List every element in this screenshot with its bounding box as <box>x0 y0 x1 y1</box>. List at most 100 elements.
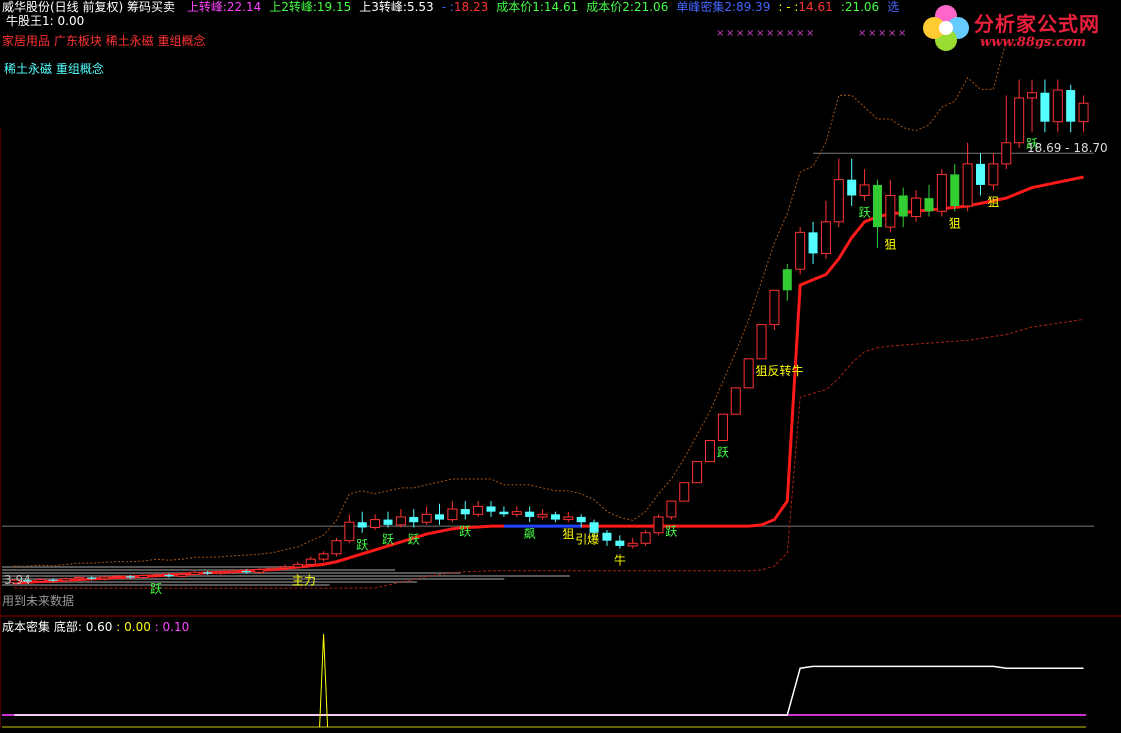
signal-label-12: 狙反转牛 <box>756 363 804 378</box>
candle-body <box>99 576 110 580</box>
candle-body <box>950 174 960 207</box>
indicator-value: 89.39 <box>736 0 771 14</box>
candle-body <box>176 573 187 577</box>
signal-label-0: 跃 <box>150 582 162 596</box>
candle-body <box>151 574 162 577</box>
indicator-label: 单峰密集2: <box>676 0 737 14</box>
marker-cross: × <box>888 28 896 39</box>
marker-cross: × <box>776 28 784 39</box>
watermark-url: www.88gs.com <box>980 35 1087 50</box>
chart-title: 威华股份(日线 前复权) 筹码买卖 <box>2 0 175 14</box>
marker-cross: × <box>858 28 866 39</box>
candle-body <box>627 542 638 547</box>
candle-body <box>1027 92 1038 99</box>
header-bar: 威华股份(日线 前复权) 筹码买卖 上转峰:22.14 上2转峰:19.15 上3转… <box>2 0 907 14</box>
candle-body <box>331 540 342 555</box>
indicator-label: 成本价1: <box>496 0 544 14</box>
indicator-value: 5.53 <box>406 0 434 14</box>
signal-label-9: 牛 <box>614 553 626 568</box>
concept-tags-2: 稀土永磁 重组概念 <box>4 62 104 76</box>
candle-body <box>383 519 393 525</box>
candle-body <box>344 521 355 542</box>
candle-body <box>782 269 792 291</box>
candle-body <box>743 358 754 389</box>
indicator-5: 成本价2:21.06 <box>586 0 668 14</box>
signal-label-16: 狙 <box>987 195 999 209</box>
indicator-3: - :18.23 <box>442 0 489 14</box>
candle-body <box>125 576 135 578</box>
marker-cross: × <box>766 28 774 39</box>
marker-cross: × <box>756 28 764 39</box>
indicator-value: 19.15 <box>316 0 352 14</box>
candle-body <box>73 577 84 580</box>
site-watermark: 分析家公式网 www.88gs.com <box>918 2 1118 54</box>
candle-body <box>138 574 149 579</box>
price-low-label: 3.94 <box>4 573 31 587</box>
candle-body <box>820 221 831 254</box>
indicator-label: - : <box>441 0 454 14</box>
candle-body <box>730 387 741 415</box>
flower-logo-icon <box>923 5 969 51</box>
cost-line-upper <box>581 175 1084 528</box>
candle-body <box>602 532 612 541</box>
sub-panel-title: 成本密集 <box>2 620 51 634</box>
candle-body <box>666 500 677 518</box>
subtitle-value: 牛股王1: 0.00 <box>6 14 85 28</box>
candle-body <box>717 413 728 442</box>
candle-body <box>847 179 857 196</box>
chip-bar-6 <box>2 584 330 586</box>
candle-body <box>35 579 46 583</box>
candle-body <box>228 570 239 573</box>
indicator-label: 上转峰: <box>186 0 227 14</box>
marker-cross: × <box>878 28 886 39</box>
candle-body <box>215 571 226 575</box>
indicator-0: 上转峰:22.14 <box>187 0 261 14</box>
candle-body <box>370 519 381 528</box>
indicator-list: 上转峰:22.14 上2转峰:19.15 上3转峰:5.53 - :18.23 成本价1… <box>187 0 907 14</box>
candle-body <box>87 577 97 579</box>
sub-spike <box>319 633 329 728</box>
marker-cross: × <box>796 28 804 39</box>
candle-body <box>395 516 406 526</box>
candle-body <box>189 571 200 575</box>
upper-envelope <box>14 39 1084 567</box>
marker-cross: × <box>746 28 754 39</box>
signal-label-2: 主力 <box>292 573 316 587</box>
indicator-7: : - :14.61 <box>778 0 832 14</box>
candle-body <box>885 194 896 228</box>
candle-body <box>679 482 690 502</box>
candle-body <box>279 566 290 569</box>
candle-body <box>988 163 999 186</box>
range-label: 18.69 - 18.70 <box>1027 141 1108 155</box>
indicator-label: : - : <box>778 0 799 14</box>
candle-body <box>589 522 599 533</box>
indicator-2: 上3转峰:5.53 <box>359 0 433 14</box>
signal-label-4: 跃 <box>382 532 394 546</box>
candle-body <box>267 567 278 571</box>
candle-body <box>705 440 716 463</box>
signal-label-8: 引爆 <box>575 532 599 546</box>
candle-body <box>305 558 316 565</box>
candle-body <box>859 184 870 196</box>
candle-body <box>421 513 432 523</box>
candle-body <box>292 563 303 568</box>
indicator-value: 21.06 <box>844 0 880 14</box>
indicator-1: 上2转峰:19.15 <box>269 0 351 14</box>
signal-label-10: 跃 <box>665 525 677 539</box>
sub-value-2: 0.00 <box>124 620 151 634</box>
candle-body <box>795 231 806 270</box>
candle-body <box>460 509 470 515</box>
candle-body <box>769 289 780 326</box>
candle-body <box>615 540 625 546</box>
indicator-value: 18.23 <box>453 0 489 14</box>
indicator-9: 选 <box>887 0 899 14</box>
candle-body <box>435 514 445 520</box>
candle-body <box>511 511 522 515</box>
signal-label-5: 跃 <box>408 532 420 546</box>
candle-body <box>241 570 251 573</box>
candle-body <box>976 163 986 185</box>
signal-label-6: 飙 <box>524 526 536 541</box>
indicator-label: 上3转峰: <box>359 0 407 14</box>
sub-bottom-label: 底部: <box>53 620 82 634</box>
signal-label-15: 狙 <box>949 216 961 230</box>
